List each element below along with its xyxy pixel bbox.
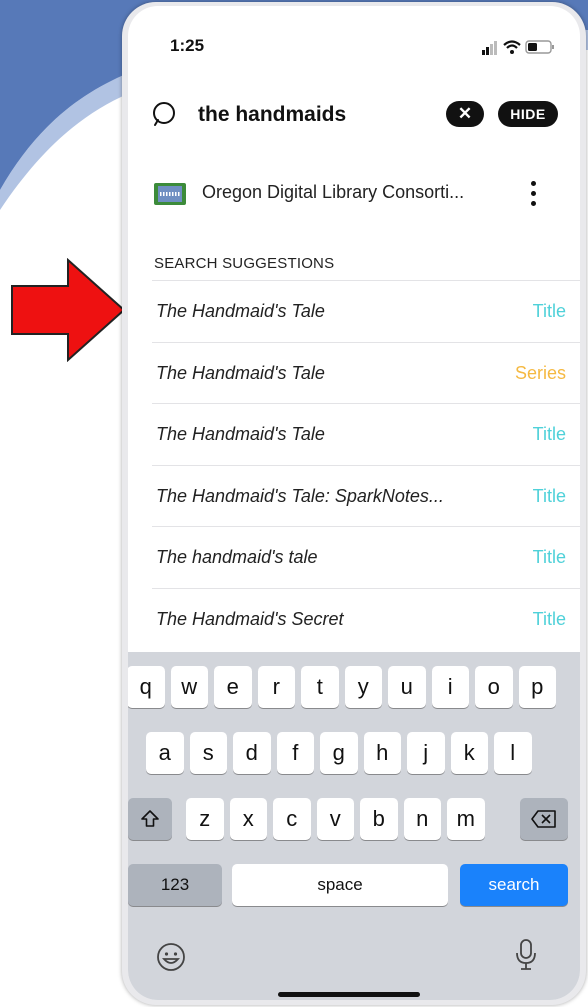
status-time: 1:25 bbox=[170, 36, 205, 55]
red-arrow-icon bbox=[11, 258, 126, 362]
suggestions-list: The Handmaid's Tale Title The Handmaid's T… bbox=[152, 280, 580, 649]
key-j[interactable]: j bbox=[407, 732, 445, 774]
wifi-icon bbox=[503, 40, 521, 54]
microphone-icon[interactable] bbox=[514, 938, 538, 977]
suggestion-item[interactable]: The Handmaid's Tale Series bbox=[152, 341, 580, 404]
shift-key[interactable] bbox=[128, 798, 172, 840]
key-h[interactable]: h bbox=[363, 732, 401, 774]
suggestion-type: Title bbox=[532, 608, 566, 629]
hide-button[interactable]: HIDE bbox=[498, 101, 558, 127]
key-a[interactable]: a bbox=[146, 732, 184, 774]
status-icons bbox=[482, 40, 554, 55]
search-icon bbox=[153, 102, 175, 126]
suggestion-title: The handmaid's tale bbox=[156, 547, 318, 567]
suggestion-item[interactable]: The Handmaid's Tale: SparkNotes... Title bbox=[152, 464, 580, 527]
suggestion-item[interactable]: The Handmaid's Tale Title bbox=[152, 403, 580, 465]
search-key[interactable]: search bbox=[460, 864, 568, 906]
home-indicator bbox=[278, 992, 420, 997]
key-l[interactable]: l bbox=[494, 732, 532, 774]
signal-icon bbox=[482, 41, 497, 55]
suggestion-type: Title bbox=[532, 424, 566, 444]
key-p[interactable]: p bbox=[518, 666, 556, 708]
search-suggestions-header: SEARCH SUGGESTIONS bbox=[154, 255, 335, 272]
key-d[interactable]: d bbox=[233, 732, 271, 774]
suggestion-title: The Handmaid's Tale bbox=[156, 362, 325, 383]
library-logo-icon bbox=[154, 183, 186, 205]
backspace-key[interactable] bbox=[520, 798, 568, 840]
library-name: Oregon Digital Library Consorti... bbox=[202, 182, 465, 202]
phone-frame: 1:25 the handmaids ✕ HIDE Oregon Digital… bbox=[122, 2, 586, 1005]
suggestion-title: The Handmaid's Secret bbox=[156, 608, 344, 629]
key-f[interactable]: f bbox=[276, 732, 314, 774]
key-s[interactable]: s bbox=[189, 732, 227, 774]
suggestion-item[interactable]: The Handmaid's Secret Title bbox=[152, 587, 580, 650]
close-icon: ✕ bbox=[457, 104, 473, 123]
search-input[interactable] bbox=[198, 98, 428, 132]
suggestion-item[interactable]: The handmaid's tale Title bbox=[152, 526, 580, 588]
space-key[interactable]: space bbox=[232, 864, 448, 906]
key-y[interactable]: y bbox=[344, 666, 382, 708]
phone-screen: 1:25 the handmaids ✕ HIDE Oregon Digital… bbox=[128, 6, 580, 1000]
suggestion-type: Title bbox=[532, 547, 566, 567]
suggestion-title: The Handmaid's Tale: SparkNotes... bbox=[156, 485, 444, 506]
suggestion-type: Series bbox=[514, 362, 566, 383]
key-z[interactable]: z bbox=[186, 798, 224, 840]
key-g[interactable]: g bbox=[320, 732, 358, 774]
key-r[interactable]: r bbox=[257, 666, 295, 708]
more-options-icon[interactable] bbox=[524, 178, 542, 208]
key-w[interactable]: w bbox=[170, 666, 208, 708]
key-t[interactable]: t bbox=[301, 666, 339, 708]
library-selector[interactable]: Oregon Digital Library Consorti... bbox=[128, 172, 580, 212]
status-bar: 1:25 bbox=[128, 6, 580, 86]
key-q[interactable]: q bbox=[128, 666, 165, 708]
numbers-key[interactable]: 123 bbox=[128, 864, 222, 906]
shift-icon bbox=[141, 810, 159, 827]
key-m[interactable]: m bbox=[447, 798, 485, 840]
key-i[interactable]: i bbox=[431, 666, 469, 708]
suggestion-type: Title bbox=[532, 301, 566, 321]
suggestion-item[interactable]: The Handmaid's Tale Title bbox=[152, 280, 580, 342]
key-n[interactable]: n bbox=[403, 798, 441, 840]
keyboard: q w e r t y u i o p a s d f g h j k l z x c v b n m 123 space search bbox=[128, 652, 580, 1000]
suggestion-title: The Handmaid's Tale bbox=[156, 424, 325, 444]
suggestion-title: The Handmaid's Tale bbox=[156, 301, 325, 321]
battery-icon bbox=[525, 40, 554, 54]
key-k[interactable]: k bbox=[450, 732, 488, 774]
search-bar: ✕ HIDE bbox=[128, 88, 580, 140]
clear-search-button[interactable]: ✕ bbox=[446, 101, 484, 127]
key-v[interactable]: v bbox=[316, 798, 354, 840]
key-u[interactable]: u bbox=[388, 666, 426, 708]
key-o[interactable]: o bbox=[475, 666, 513, 708]
key-e[interactable]: e bbox=[214, 666, 252, 708]
backspace-icon bbox=[531, 810, 556, 828]
emoji-icon[interactable] bbox=[156, 942, 186, 977]
key-b[interactable]: b bbox=[360, 798, 398, 840]
key-x[interactable]: x bbox=[229, 798, 267, 840]
suggestion-type: Title bbox=[532, 485, 566, 506]
key-c[interactable]: c bbox=[273, 798, 311, 840]
